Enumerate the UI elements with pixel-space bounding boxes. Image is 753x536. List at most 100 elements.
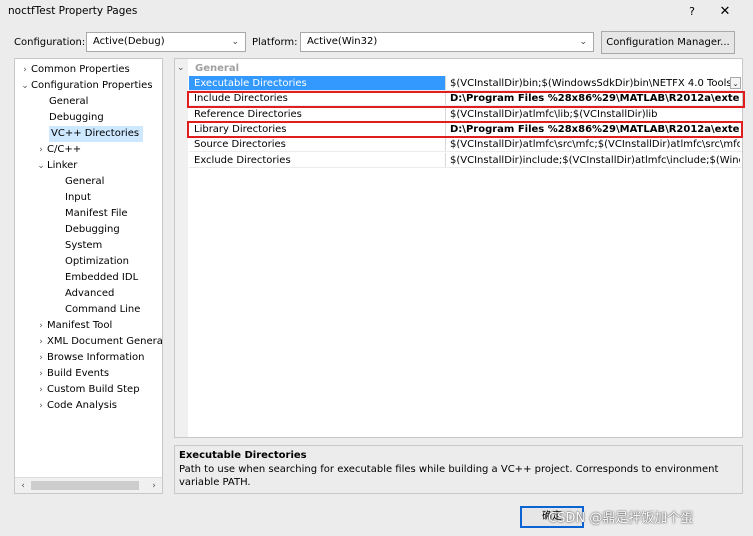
configuration-select[interactable]: Active(Debug) ⌄ [86,32,246,52]
tree-item[interactable]: Manifest File [65,206,128,222]
tree-item[interactable]: General [49,94,88,110]
property-tree[interactable]: › Common Properties ⌄ Configuration Propert… [14,58,163,494]
tree-item[interactable]: System [65,238,102,254]
configuration-label: Configuration: [14,37,86,48]
tree-item-label: XML Document Generat [47,336,163,347]
column-divider [445,106,446,122]
description-title: Executable Directories [179,450,307,461]
scroll-right-icon[interactable]: › [148,478,160,493]
tree-item-label: Build Events [47,368,110,379]
tree-item[interactable]: › Browse Information [35,350,144,366]
property-row[interactable]: Reference Directories $(VCInstallDir)atlm… [189,106,742,122]
tree-item-label: Manifest File [65,208,128,219]
tree-item-label: Custom Build Step [47,384,140,395]
chevron-right-icon[interactable]: › [35,382,47,398]
tree-item-label: C/C++ [47,144,82,155]
tree-item[interactable]: › Build Events [35,366,109,382]
property-name: Exclude Directories [194,154,291,166]
tree-item-label: Code Analysis [47,400,117,411]
property-row[interactable]: Exclude Directories $(VCInstallDir)includ… [189,152,742,168]
tree-item[interactable]: Optimization [65,254,129,270]
chevron-down-icon[interactable]: ⌄ [177,61,187,76]
grid-margin [175,59,188,437]
scrollbar-thumb[interactable] [31,481,139,490]
property-name: Executable Directories [194,78,307,89]
tree-item[interactable]: Input [65,190,91,206]
tree-item-label: Debugging [49,112,104,123]
category-label: General [195,63,239,74]
scroll-left-icon[interactable]: ‹ [17,478,29,493]
title-bar: noctfTest Property Pages ? ✕ [0,0,753,24]
description-panel: Executable Directories Path to use when … [174,445,743,494]
chevron-right-icon[interactable]: › [19,62,31,78]
platform-label: Platform: [252,37,298,48]
property-value[interactable]: $(VCInstallDir)atlmfc\src\mfc;$(VCInstal… [450,137,740,152]
tree-item-label: Linker [47,160,78,171]
tree-item[interactable]: Debugging [65,222,120,238]
row-separator [189,166,742,168]
tree-item-label: System [65,240,103,251]
highlight-include-directories [187,91,745,108]
configuration-value: Active(Debug) [93,36,165,47]
platform-value: Active(Win32) [307,36,378,47]
tree-item[interactable]: › C/C++ [35,142,81,158]
tree-item[interactable]: General [65,174,104,190]
tree-item[interactable]: Command Line [65,302,140,318]
chevron-right-icon[interactable]: › [35,142,47,158]
property-value[interactable]: $(VCInstallDir)bin;$(WindowsSdkDir)bin\N… [450,76,740,91]
tree-horizontal-scrollbar[interactable]: ‹ › [15,477,162,493]
tree-item-label: General [65,176,105,187]
property-name: Source Directories [194,139,286,151]
tree-item-label: VC++ Directories [51,128,140,139]
tree-item-label: Advanced [65,288,115,299]
property-value[interactable]: $(VCInstallDir)include;$(VCInstallDir)at… [450,153,740,168]
tree-item-label: General [49,96,89,107]
property-row[interactable]: Executable Directories $(VCInstallDir)bin… [189,76,742,91]
property-grid[interactable]: ⌄ General Executable Directories $(VCInst… [174,58,743,438]
column-divider [445,152,446,168]
tree-item[interactable]: › Manifest Tool [35,318,112,334]
chevron-down-icon[interactable]: ⌄ [35,158,47,174]
tree-item-label: Command Line [65,304,141,315]
tree-item[interactable]: Debugging [49,110,104,126]
tree-item[interactable]: VC++ Directories [49,126,144,142]
chevron-right-icon[interactable]: › [35,350,47,366]
description-text: Path to use when searching for executabl… [179,464,719,488]
chevron-right-icon[interactable]: › [35,366,47,382]
tree-item-label: Optimization [65,256,129,267]
close-button[interactable]: ✕ [716,3,734,21]
tree-item-label: Embedded IDL [65,272,139,283]
tree-item-label: Common Properties [31,64,130,75]
tree-item-label: Debugging [65,224,120,235]
tree-item[interactable]: Embedded IDL [65,270,138,286]
column-divider [445,76,446,91]
tree-item[interactable]: › XML Document Generat [35,334,163,350]
platform-select[interactable]: Active(Win32) ⌄ [300,32,594,52]
tree-item[interactable]: › Custom Build Step [35,382,140,398]
property-value[interactable]: $(VCInstallDir)atlmfc\lib;$(VCInstallDir… [450,107,740,122]
tree-item[interactable]: ⌄ Linker [35,158,77,174]
tree-item[interactable]: › Code Analysis [35,398,117,414]
chevron-down-icon: ⌄ [579,37,587,47]
tree-item-label: Configuration Properties [31,80,153,91]
tree-item-label: Manifest Tool [47,320,113,331]
chevron-right-icon[interactable]: › [35,318,47,334]
tree-item[interactable]: ⌄ Configuration Properties [19,78,153,94]
window-title: noctfTest Property Pages [8,5,138,17]
help-button[interactable]: ? [683,3,701,21]
tree-item[interactable]: Advanced [65,286,114,302]
chevron-right-icon[interactable]: › [35,334,47,350]
chevron-down-icon: ⌄ [231,37,239,47]
chevron-right-icon[interactable]: › [35,398,47,414]
tree-item[interactable]: › Common Properties [19,62,130,78]
category-row-general[interactable]: ⌄ General [175,61,742,76]
tree-item-label: Input [65,192,91,203]
watermark: CSDN @鼎是拌饭加个蛋 [548,511,694,526]
configuration-manager-button[interactable]: Configuration Manager... [601,31,735,54]
dropdown-button[interactable]: ⌄ [730,77,741,89]
property-name: Reference Directories [194,108,302,120]
highlight-library-directories [187,121,743,138]
property-row[interactable]: Source Directories $(VCInstallDir)atlmfc\… [189,137,742,153]
chevron-down-icon[interactable]: ⌄ [19,78,31,94]
column-divider [445,137,446,153]
